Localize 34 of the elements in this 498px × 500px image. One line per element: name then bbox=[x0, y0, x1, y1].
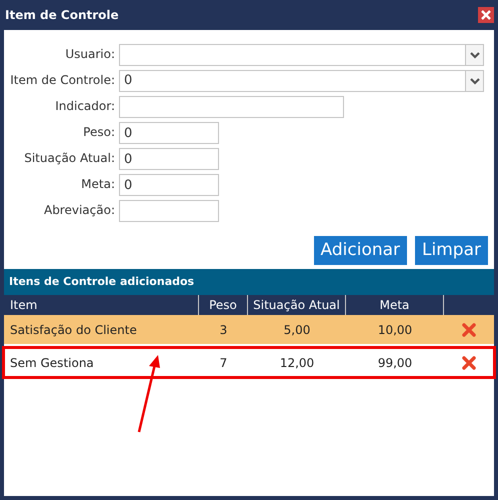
table-cell-text: 10,00 bbox=[376, 322, 414, 338]
input-field[interactable]: 0 bbox=[119, 122, 219, 144]
field-label: Peso: bbox=[82, 124, 115, 140]
table-cell-text: 12,00 bbox=[278, 354, 316, 372]
input-field[interactable] bbox=[119, 200, 219, 222]
input-field[interactable]: 0 bbox=[119, 148, 219, 170]
field-value: 0 bbox=[123, 72, 134, 90]
action-button[interactable]: Limpar bbox=[415, 236, 488, 265]
field-label: Usuario: bbox=[64, 46, 115, 62]
close-button[interactable] bbox=[478, 7, 494, 23]
table-cell-text: 99,00 bbox=[376, 354, 414, 372]
table-cell-text: 3 bbox=[218, 322, 228, 338]
table-row[interactable]: Sem Gestiona 7 12,00 99,00 bbox=[4, 348, 494, 377]
table-cell-text: 5,00 bbox=[282, 322, 312, 338]
table-cell-text: 7 bbox=[218, 354, 228, 372]
delete-icon[interactable] bbox=[462, 356, 476, 370]
field-label: Indicador: bbox=[54, 98, 115, 114]
field-label: Situação Atual: bbox=[23, 150, 115, 166]
action-button[interactable]: Adicionar bbox=[314, 236, 408, 265]
window-title: Item de Controle bbox=[4, 7, 119, 24]
chevron-down-icon bbox=[470, 78, 480, 84]
table-cell-text: Satisfação do Cliente bbox=[9, 322, 138, 338]
chevron-down-icon bbox=[470, 52, 480, 58]
input-field[interactable] bbox=[119, 96, 344, 118]
field-label: Abreviação: bbox=[42, 202, 115, 218]
field-label: Meta: bbox=[80, 176, 115, 192]
input-field[interactable]: 0 bbox=[119, 174, 219, 196]
table-cell-text: Sem Gestiona bbox=[9, 354, 95, 372]
table-row[interactable]: Satisfação do Cliente 3 5,00 10,00 bbox=[4, 315, 494, 344]
dropdown-field[interactable]: 0 bbox=[119, 70, 484, 92]
field-label: Item de Controle: bbox=[9, 72, 115, 88]
section-title: Itens de Controle adicionados bbox=[9, 274, 194, 290]
dropdown-field[interactable] bbox=[119, 44, 484, 66]
delete-icon[interactable] bbox=[462, 322, 476, 336]
